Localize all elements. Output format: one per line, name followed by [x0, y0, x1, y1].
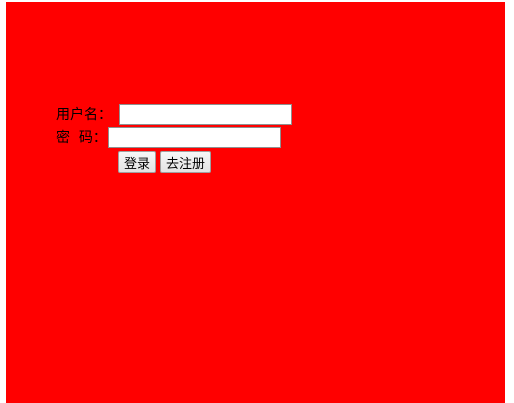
- username-input[interactable]: [119, 104, 292, 125]
- password-label: 密 码：: [56, 129, 107, 146]
- login-panel: [6, 2, 505, 403]
- login-button[interactable]: 登录: [118, 151, 157, 173]
- page: 用户名： 密 码： 登录 去注册: [0, 0, 514, 403]
- button-row: 登录 去注册: [56, 150, 292, 174]
- username-label: 用户名：: [56, 106, 112, 123]
- password-input[interactable]: [108, 127, 281, 148]
- login-form: 用户名： 密 码： 登录 去注册: [56, 103, 292, 174]
- go-register-button[interactable]: 去注册: [160, 151, 212, 173]
- password-row: 密 码：: [56, 126, 292, 149]
- username-row: 用户名：: [56, 103, 292, 126]
